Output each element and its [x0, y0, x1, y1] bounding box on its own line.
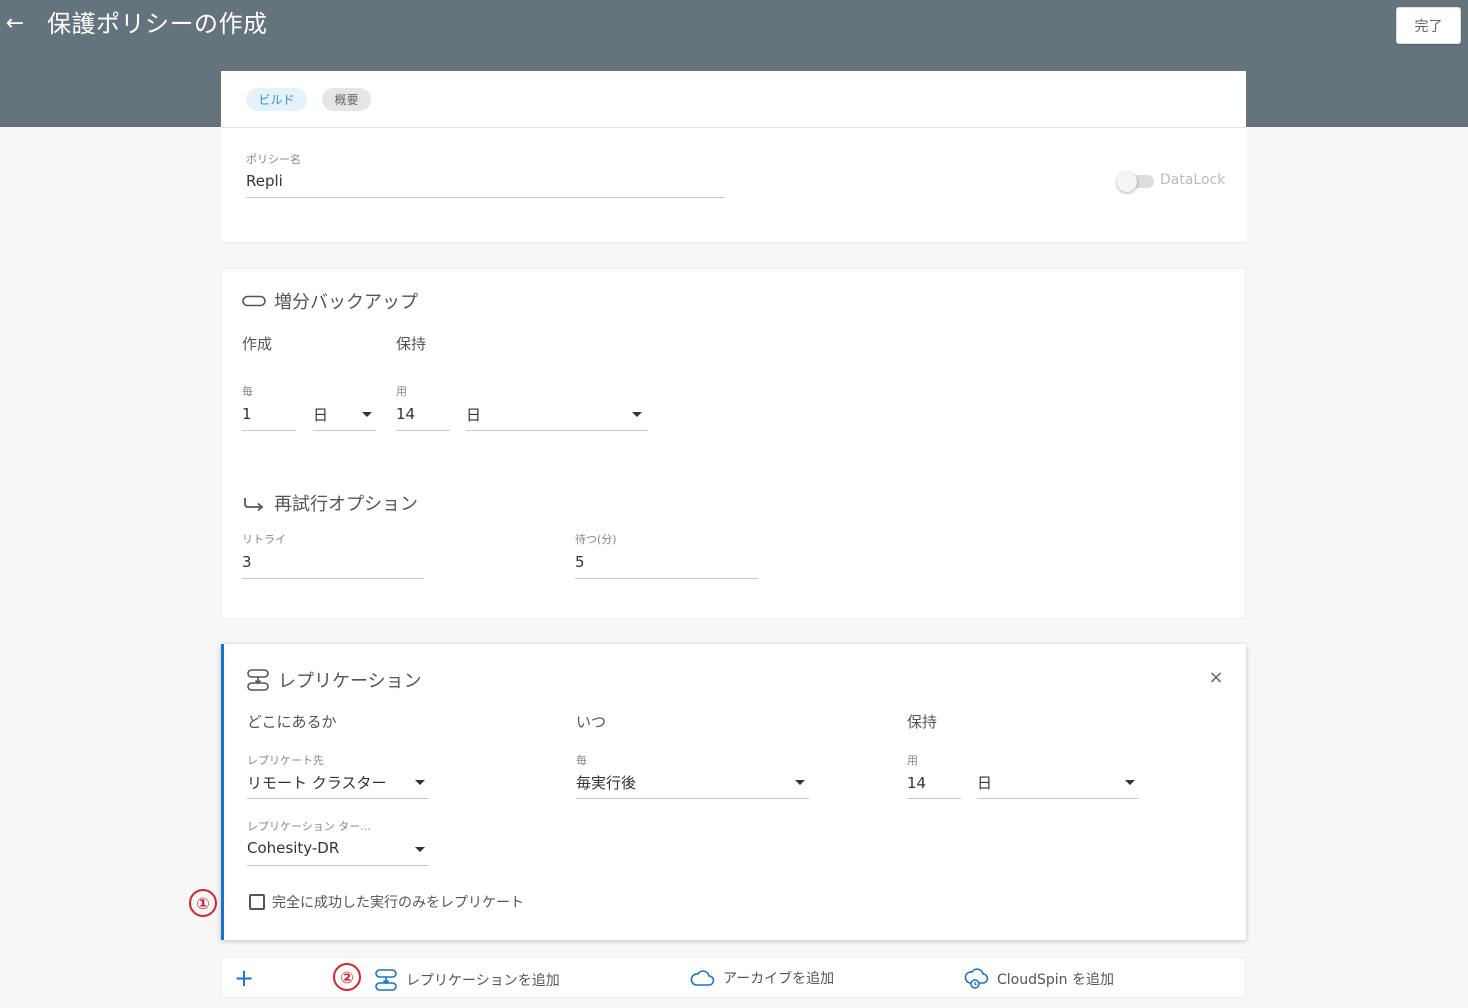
for-unit-underline	[466, 430, 648, 431]
replicate-successful-only-label[interactable]: 完全に成功した実行のみをレプリケート	[272, 892, 524, 912]
every-value-input[interactable]: 1	[242, 405, 252, 423]
datalock-label: DataLock	[1160, 172, 1226, 188]
for-unit-select[interactable]: 日	[466, 404, 481, 425]
retries-label: リトライ	[242, 533, 286, 546]
retain-column-head: 保持	[396, 335, 427, 353]
policy-name-card: ポリシー名 Repli DataLock	[221, 128, 1246, 243]
schedule-select[interactable]: 毎実行後	[576, 772, 636, 793]
for-value-input[interactable]: 14	[396, 405, 415, 423]
incremental-backup-title-text: 増分バックアップ	[274, 292, 418, 313]
retry-arrow-icon	[244, 498, 264, 512]
cloudspin-icon	[964, 968, 989, 989]
every-unit-select[interactable]: 日	[313, 404, 328, 425]
retain-unit-select[interactable]: 日	[977, 772, 992, 793]
replication-target-dropdown-icon[interactable]	[415, 847, 425, 852]
policy-name-input[interactable]: Repli	[246, 172, 283, 190]
incremental-backup-card: 増分バックアップ 作成 保持 毎 1 日 用 14 日 再試行オプション リトラ…	[221, 268, 1246, 619]
add-archive-label: アーカイブを追加	[723, 971, 835, 987]
annotation-marker-2: ②	[333, 963, 361, 991]
retain-for-label: 用	[907, 754, 918, 767]
replicate-to-dropdown-icon[interactable]	[415, 780, 425, 785]
retain-unit-dropdown-icon[interactable]	[1125, 780, 1135, 785]
step-chip-summary[interactable]: 概要	[322, 88, 371, 111]
replicate-to-label: レプリケート先	[247, 754, 324, 767]
datalock-toggle[interactable]	[1117, 172, 1137, 192]
retry-options-title-text: 再試行オプション	[274, 494, 418, 515]
retain-for-underline	[907, 798, 961, 799]
back-arrow-icon[interactable]: ←	[4, 10, 26, 38]
cloud-icon	[690, 970, 715, 986]
replication-card: レプリケーション × どこにあるか いつ 保持 レプリケート先 リモート クラス…	[221, 644, 1246, 940]
done-button[interactable]: 完了	[1396, 7, 1461, 44]
replication-target-underline	[247, 865, 429, 866]
every-unit-dropdown-icon[interactable]	[362, 412, 372, 417]
plus-icon[interactable]: +	[234, 964, 254, 992]
for-unit-dropdown-icon[interactable]	[632, 412, 642, 417]
retain-unit-underline	[977, 798, 1139, 799]
when-column-head: いつ	[576, 713, 607, 731]
wait-minutes-label: 待つ(分)	[575, 533, 617, 546]
replicate-to-select[interactable]: リモート クラスター	[247, 772, 386, 793]
backup-pill-icon	[242, 295, 266, 307]
replication-icon	[247, 669, 269, 691]
replication-title-text: レプリケーション	[278, 671, 422, 692]
add-cloudspin-button[interactable]: CloudSpin を追加	[963, 968, 1114, 990]
retry-options-title: 再試行オプション	[242, 490, 418, 516]
incremental-backup-title: 増分バックアップ	[242, 288, 418, 314]
annotation-marker-1: ①	[189, 889, 217, 917]
wait-minutes-underline	[575, 578, 758, 579]
step-chip-build[interactable]: ビルド	[246, 88, 307, 111]
add-replication-label: レプリケーションを追加	[406, 973, 560, 989]
add-target-bar: + レプリケーションを追加 アーカイブを追加 CloudSpin を追加	[221, 957, 1246, 998]
for-label: 用	[396, 385, 407, 398]
retries-input[interactable]: 3	[242, 553, 252, 571]
retries-underline	[242, 578, 424, 579]
replication-icon	[375, 969, 397, 991]
every-label: 毎	[242, 385, 253, 398]
page-title: 保護ポリシーの作成	[47, 10, 268, 38]
policy-name-label: ポリシー名	[246, 153, 301, 166]
close-icon[interactable]: ×	[1208, 668, 1224, 688]
where-column-head: どこにあるか	[247, 713, 337, 731]
add-archive-button[interactable]: アーカイブを追加	[689, 968, 834, 988]
replicate-to-underline	[247, 798, 429, 799]
for-value-underline	[396, 430, 450, 431]
step-chips-card: ビルド 概要	[221, 71, 1246, 128]
replication-target-label: レプリケーション ター...	[247, 820, 371, 833]
schedule-label: 毎	[576, 754, 587, 767]
create-column-head: 作成	[242, 335, 273, 353]
wait-minutes-input[interactable]: 5	[575, 553, 585, 571]
retain-column-head: 保持	[907, 713, 938, 731]
schedule-underline	[576, 798, 809, 799]
add-cloudspin-label: CloudSpin を追加	[997, 972, 1114, 988]
every-value-underline	[242, 430, 296, 431]
replicate-successful-only-checkbox[interactable]	[249, 894, 265, 910]
every-unit-underline	[313, 430, 376, 431]
replication-target-select[interactable]: Cohesity-DR	[247, 839, 339, 857]
retain-for-input[interactable]: 14	[907, 774, 926, 792]
replication-title: レプリケーション	[246, 667, 422, 693]
add-replication-button[interactable]: レプリケーションを追加	[374, 968, 560, 992]
schedule-dropdown-icon[interactable]	[795, 780, 805, 785]
policy-name-underline	[246, 197, 725, 198]
